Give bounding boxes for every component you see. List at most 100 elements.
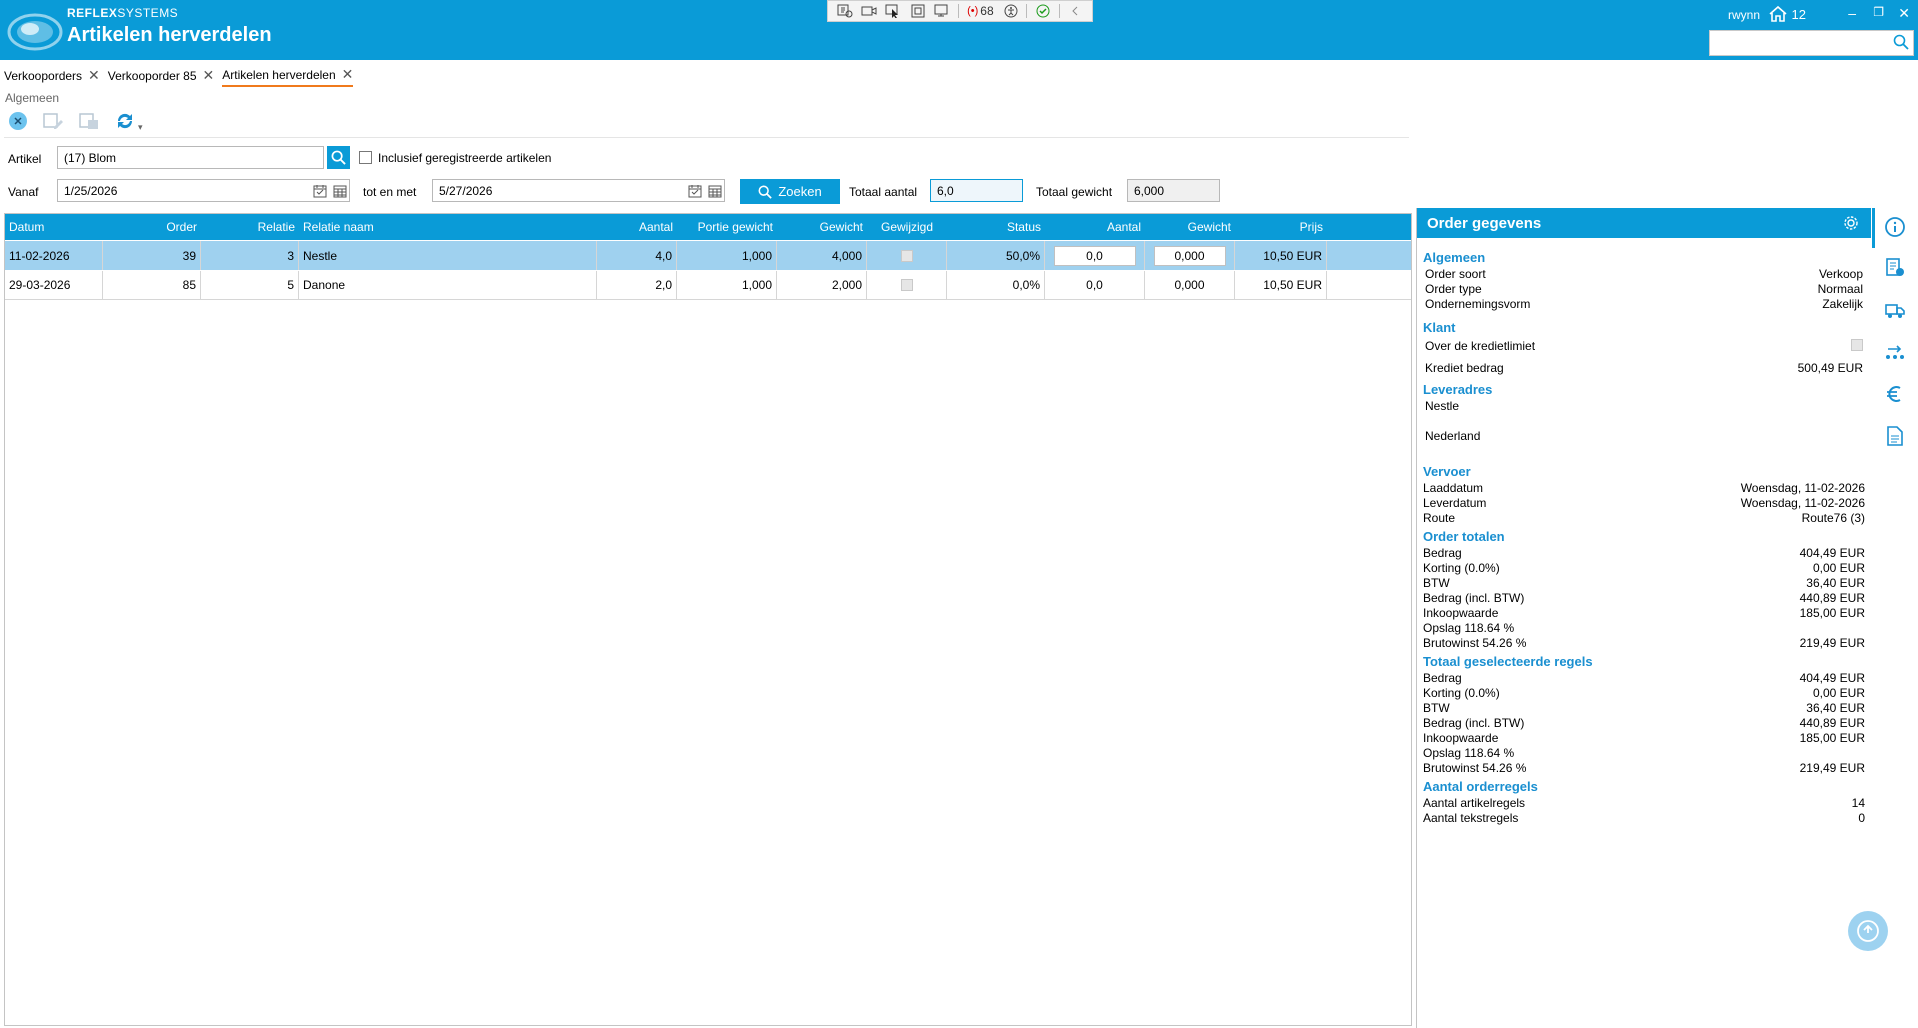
calendar-grid-icon[interactable] xyxy=(333,184,347,198)
column-header-status[interactable]: Status xyxy=(947,214,1045,240)
minimize-button[interactable]: – xyxy=(1848,5,1856,21)
home-icon xyxy=(1769,5,1787,22)
artikelregels-label: Aantal artikelregels xyxy=(1423,796,1526,810)
geselecteerd-row: Bedrag (incl. BTW) 440,89 EUR xyxy=(1423,716,1865,730)
toolbar-group-label: Algemeen xyxy=(5,91,60,105)
inclusief-checkbox[interactable] xyxy=(359,151,372,164)
close-tab-icon[interactable]: ✕ xyxy=(342,66,354,83)
search-icon xyxy=(1893,34,1909,50)
totaal-aantal-label: Totaal aantal xyxy=(849,185,918,199)
section-vervoer: Vervoer xyxy=(1423,464,1471,479)
tekstregels-value: 0 xyxy=(1858,811,1865,825)
reflex-logo xyxy=(7,13,63,51)
panel-header: Order gegevens xyxy=(1417,208,1871,238)
column-header-datum[interactable]: Datum xyxy=(5,214,103,240)
totaal-gewicht-field[interactable]: 6,000 xyxy=(1127,179,1220,202)
order-type-label: Order type xyxy=(1425,282,1482,296)
euro-icon[interactable] xyxy=(1884,383,1906,405)
inclusief-label: Inclusief geregistreerde artikelen xyxy=(378,151,552,165)
calendar-grid-icon[interactable] xyxy=(708,184,722,198)
table-row[interactable]: 11-02-2026 39 3 Nestle 4,0 1,000 4,000 5… xyxy=(5,241,1411,270)
cell-gewicht-nieuw[interactable]: 0,000 xyxy=(1145,271,1235,299)
frame-icon[interactable] xyxy=(907,3,928,19)
document-icon[interactable] xyxy=(1884,425,1906,447)
help-icon xyxy=(1857,920,1879,942)
route-icon[interactable] xyxy=(1884,341,1906,363)
column-header-aantal-nieuw[interactable]: Aantal xyxy=(1045,214,1145,240)
zoeken-button[interactable]: Zoeken xyxy=(740,179,840,204)
video-icon[interactable] xyxy=(858,3,879,19)
table-row[interactable]: 29-03-2026 85 5 Danone 2,0 1,000 2,000 0… xyxy=(5,271,1411,300)
totaal-aantal-field[interactable]: 6,0 xyxy=(930,179,1023,202)
cell-prijs: 10,50 EUR xyxy=(1235,271,1327,299)
inspect-icon[interactable] xyxy=(834,3,855,19)
column-header-portie-gewicht[interactable]: Portie gewicht xyxy=(677,214,777,240)
kredietlimiet-checkbox xyxy=(1851,339,1863,351)
column-header-relatie[interactable]: Relatie xyxy=(201,214,299,240)
column-header-gewijzigd[interactable]: Gewijzigd xyxy=(867,214,947,240)
column-header-aantal[interactable]: Aantal xyxy=(597,214,677,240)
column-header-relatie-naam[interactable]: Relatie naam xyxy=(299,214,597,240)
panel-title: Order gegevens xyxy=(1427,215,1542,232)
maximize-button[interactable]: ❐ xyxy=(1873,5,1884,19)
artikelregels-row: Aantal artikelregels 14 xyxy=(1423,796,1865,810)
accessibility-icon[interactable] xyxy=(1000,3,1021,19)
close-window-button[interactable]: ✕ xyxy=(1898,5,1910,22)
tab-artikelen-herverdelen[interactable]: Artikelen herverdelen ✕ xyxy=(222,66,354,87)
totalen-label: Inkoopwaarde xyxy=(1423,606,1499,620)
laaddatum-value: Woensdag, 11-02-2026 xyxy=(1740,481,1865,495)
cell-portie-gewicht: 1,000 xyxy=(677,241,777,270)
geselecteerd-value: 185,00 EUR xyxy=(1799,731,1865,745)
ondernemingsvorm-value: Zakelijk xyxy=(1822,297,1863,311)
gear-icon[interactable] xyxy=(1843,215,1859,231)
save-edit-icon[interactable] xyxy=(42,111,64,131)
column-header-prijs[interactable]: Prijs xyxy=(1235,214,1327,240)
vanaf-date-field[interactable]: 1/25/2026 xyxy=(57,179,350,202)
calendar-icon[interactable] xyxy=(313,184,327,198)
save-copy-icon[interactable] xyxy=(78,111,100,131)
refresh-icon[interactable] xyxy=(114,110,136,132)
close-tab-icon[interactable]: ✕ xyxy=(203,67,215,84)
close-tab-icon[interactable]: ✕ xyxy=(88,67,100,84)
artikel-field[interactable]: (17) Blom xyxy=(57,146,324,169)
section-algemeen: Algemeen xyxy=(1423,250,1486,265)
tab-verkooporder-85[interactable]: Verkooporder 85 ✕ xyxy=(108,66,214,87)
section-aantal-orderregels: Aantal orderregels xyxy=(1423,779,1538,794)
user-name[interactable]: rwynn xyxy=(1728,8,1760,22)
dev-toolbar: (•) 68 xyxy=(827,0,1093,22)
binding-errors-counter[interactable]: (•) 68 xyxy=(964,3,997,19)
totalen-label: Opslag 118.64 % xyxy=(1423,621,1515,635)
layout-icon[interactable] xyxy=(932,3,953,19)
totalen-value: 36,40 EUR xyxy=(1806,576,1865,590)
select-element-icon[interactable] xyxy=(883,3,904,19)
global-search-input[interactable] xyxy=(1709,30,1914,56)
cell-gewijzigd xyxy=(867,241,947,270)
column-header-order[interactable]: Order xyxy=(103,214,201,240)
collapse-icon[interactable] xyxy=(1065,3,1086,19)
help-float-button[interactable] xyxy=(1848,911,1888,951)
toolbar-overflow-icon[interactable]: ▾ xyxy=(138,122,143,133)
geselecteerd-label: Bedrag (incl. BTW) xyxy=(1423,716,1525,730)
leverdatum-label: Leverdatum xyxy=(1423,496,1487,510)
geselecteerd-label: Opslag 118.64 % xyxy=(1423,746,1515,760)
tot-date-field[interactable]: 5/27/2026 xyxy=(432,179,725,202)
column-header-gewicht-nieuw[interactable]: Gewicht xyxy=(1145,214,1235,240)
calendar-icon[interactable] xyxy=(688,184,702,198)
cancel-icon[interactable] xyxy=(8,111,28,131)
gewicht-edit-field[interactable]: 0,000 xyxy=(1153,245,1226,266)
artikel-search-button[interactable] xyxy=(327,146,350,169)
info-icon[interactable] xyxy=(1884,216,1906,238)
tab-verkooporders[interactable]: Verkooporders ✕ xyxy=(4,66,100,87)
truck-icon[interactable] xyxy=(1884,299,1906,321)
cell-aantal-nieuw[interactable]: 0,0 xyxy=(1045,271,1145,299)
check-icon[interactable] xyxy=(1032,3,1053,19)
column-header-gewicht[interactable]: Gewicht xyxy=(777,214,867,240)
home-button[interactable]: 12 xyxy=(1768,5,1806,23)
krediet-bedrag-row: Krediet bedrag 500,49 EUR xyxy=(1425,361,1863,375)
order-info-icon[interactable] xyxy=(1884,257,1906,279)
aantal-edit-field[interactable]: 0,0 xyxy=(1053,245,1136,266)
tekstregels-row: Aantal tekstregels 0 xyxy=(1423,811,1865,825)
geselecteerd-label: Korting (0.0%) xyxy=(1423,686,1500,700)
totalen-row: BTW 36,40 EUR xyxy=(1423,576,1865,590)
brand-rest: SYSTEMS xyxy=(117,6,179,20)
